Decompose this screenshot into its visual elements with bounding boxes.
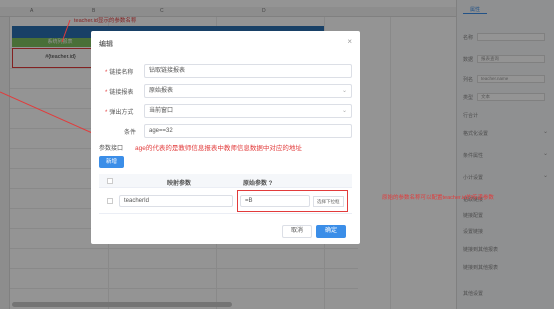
field-label-link-report: * 链接报表 xyxy=(105,90,134,96)
link-name-input[interactable]: 钻取链接报表 xyxy=(144,64,352,78)
link-report-select[interactable]: 原始报表 ⌄ xyxy=(144,84,352,98)
field-label-condition: 条件 xyxy=(124,130,137,136)
dialog-title: 编辑 xyxy=(99,41,113,48)
open-mode-select[interactable]: 当前窗口 ⌄ xyxy=(144,104,352,118)
field-label-link-name: * 链接名称 xyxy=(105,70,134,76)
table-row: teacherId =B 选择下拉框 xyxy=(99,188,352,214)
open-mode-value: 当前窗口 xyxy=(149,108,174,114)
field-label-open-mode: * 弹出方式 xyxy=(105,110,134,116)
param-table: 映射参数 原始参数 ? teacherId =B 选择下拉框 xyxy=(99,174,352,224)
cancel-button[interactable]: 取消 xyxy=(282,225,312,238)
annotation-condition-note: age的代表的是教师信息报表中教师信息数据中对应的地址 xyxy=(135,145,302,152)
col-header-source: 原始参数 ? xyxy=(243,181,273,187)
add-param-button[interactable]: 新增 xyxy=(99,156,124,168)
row-checkbox[interactable] xyxy=(107,198,113,204)
param-table-header: 映射参数 原始参数 ? xyxy=(99,174,352,188)
annotation-panel-note: 原始的参数名称可以配置teacher.id的传递参数 xyxy=(382,195,494,201)
col-header-mapping: 映射参数 xyxy=(167,181,192,187)
chevron-down-icon: ⌄ xyxy=(341,88,347,94)
param-interface-label: 参数接口 xyxy=(99,146,124,152)
edit-dialog: 编辑 × * 链接名称 钻取链接报表 * 链接报表 原始报表 ⌄ * 弹出方式 当前窗口… xyxy=(91,31,360,244)
link-report-value: 原始报表 xyxy=(149,88,174,94)
chevron-down-icon: ⌄ xyxy=(341,108,347,114)
condition-input[interactable]: age==32 xyxy=(144,124,352,138)
mapping-param-input[interactable]: teacherId xyxy=(119,195,233,207)
close-icon[interactable]: × xyxy=(347,37,352,46)
highlight-box xyxy=(237,190,348,212)
select-all-checkbox[interactable] xyxy=(107,178,113,184)
confirm-button[interactable]: 确定 xyxy=(316,225,346,238)
